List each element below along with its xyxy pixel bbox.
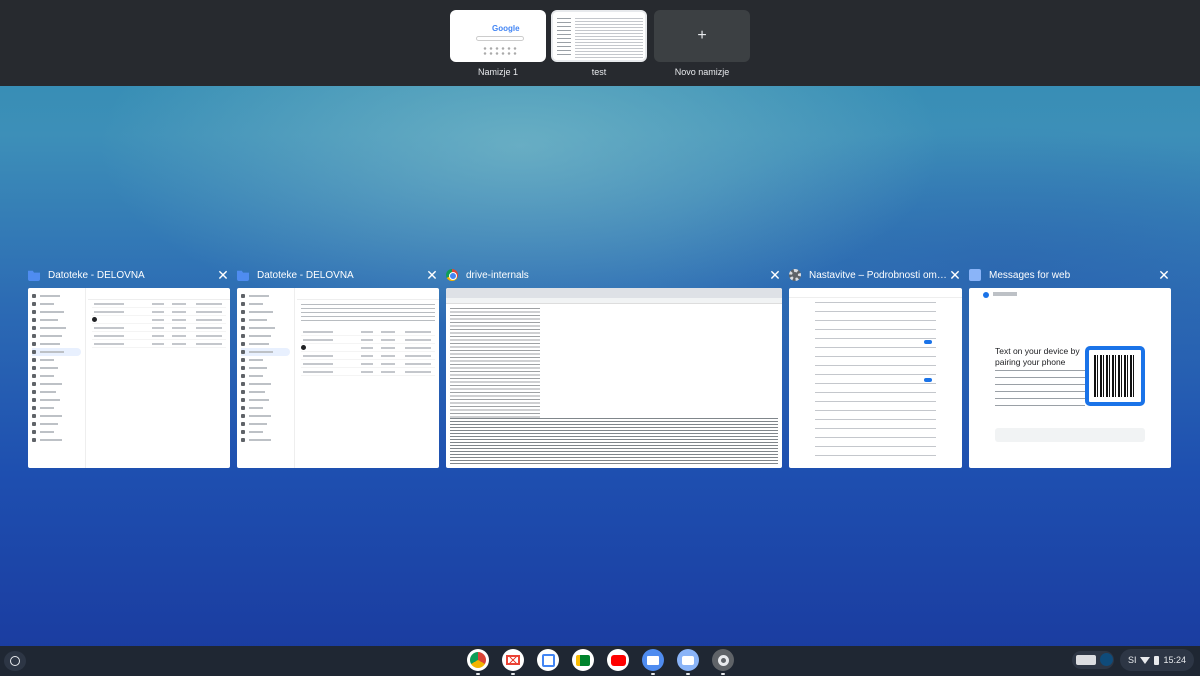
desks-bar: Google Namizje 1 test + Novo namizje bbox=[0, 0, 1200, 86]
desk-label: Namizje 1 bbox=[477, 67, 518, 77]
close-icon[interactable]: ✕ bbox=[425, 267, 439, 283]
chrome-app-icon[interactable] bbox=[467, 649, 489, 675]
chrome-icon bbox=[446, 269, 458, 281]
messages-logo-icon bbox=[983, 292, 989, 298]
calendar-app-icon[interactable] bbox=[537, 649, 559, 671]
desk-thumbnail bbox=[551, 10, 647, 62]
messages-app-icon[interactable] bbox=[677, 649, 699, 675]
window-preview[interactable] bbox=[789, 288, 962, 468]
clock: 15:24 bbox=[1163, 655, 1186, 665]
settings-app-icon[interactable] bbox=[712, 649, 734, 675]
launcher-icon bbox=[10, 656, 20, 666]
holding-space[interactable] bbox=[1072, 651, 1114, 669]
close-icon[interactable]: ✕ bbox=[216, 267, 230, 283]
wifi-icon bbox=[1140, 656, 1151, 664]
new-desk-button[interactable]: + Novo namizje bbox=[654, 10, 750, 77]
window-files-2[interactable]: Datoteke - DELOVNA ✕ bbox=[237, 265, 439, 468]
qr-code bbox=[1085, 346, 1145, 406]
window-preview[interactable] bbox=[237, 288, 439, 468]
window-preview[interactable] bbox=[446, 288, 782, 468]
folder-icon bbox=[28, 270, 40, 281]
window-files-1[interactable]: Datoteke - DELOVNA ✕ bbox=[28, 265, 230, 468]
shelf bbox=[0, 646, 1200, 676]
desk-test[interactable]: test bbox=[551, 10, 647, 77]
window-preview[interactable]: Text on your device by pairing your phon… bbox=[969, 288, 1171, 468]
window-title: Datoteke - DELOVNA bbox=[257, 269, 354, 281]
pairing-heading: Text on your device by pairing your phon… bbox=[995, 346, 1080, 367]
window-messages[interactable]: Messages for web ✕ Text on your device b… bbox=[969, 265, 1171, 468]
battery-icon bbox=[1154, 655, 1160, 665]
launcher-button[interactable] bbox=[4, 651, 26, 671]
meet-app-icon[interactable] bbox=[572, 649, 594, 671]
desk-namizje-1[interactable]: Google Namizje 1 bbox=[450, 10, 546, 77]
close-icon[interactable]: ✕ bbox=[948, 267, 962, 283]
window-title: Messages for web bbox=[989, 269, 1071, 281]
desk-label: Novo namizje bbox=[674, 67, 730, 77]
input-method-label: SI bbox=[1127, 655, 1137, 665]
folder-icon bbox=[237, 270, 249, 281]
settings-icon bbox=[789, 269, 801, 281]
gmail-app-icon[interactable] bbox=[502, 649, 524, 675]
window-drive-internals[interactable]: drive-internals ✕ bbox=[446, 265, 782, 468]
youtube-app-icon[interactable] bbox=[607, 649, 629, 671]
window-title: Datoteke - DELOVNA bbox=[48, 269, 145, 281]
window-settings[interactable]: Nastavitve – Podrobnosti omre... ✕ bbox=[789, 265, 962, 468]
files-app-icon[interactable] bbox=[642, 649, 664, 675]
close-icon[interactable]: ✕ bbox=[768, 267, 782, 283]
desk-thumbnail: Google bbox=[450, 10, 546, 62]
window-preview[interactable] bbox=[28, 288, 230, 468]
plus-icon: + bbox=[654, 10, 750, 62]
close-icon[interactable]: ✕ bbox=[1157, 267, 1171, 283]
window-title: Nastavitve – Podrobnosti omre... bbox=[809, 269, 948, 281]
window-title: drive-internals bbox=[466, 269, 529, 281]
desk-label: test bbox=[591, 67, 607, 77]
messages-icon bbox=[969, 269, 981, 281]
status-tray[interactable]: SI 15:24 bbox=[1120, 649, 1194, 671]
